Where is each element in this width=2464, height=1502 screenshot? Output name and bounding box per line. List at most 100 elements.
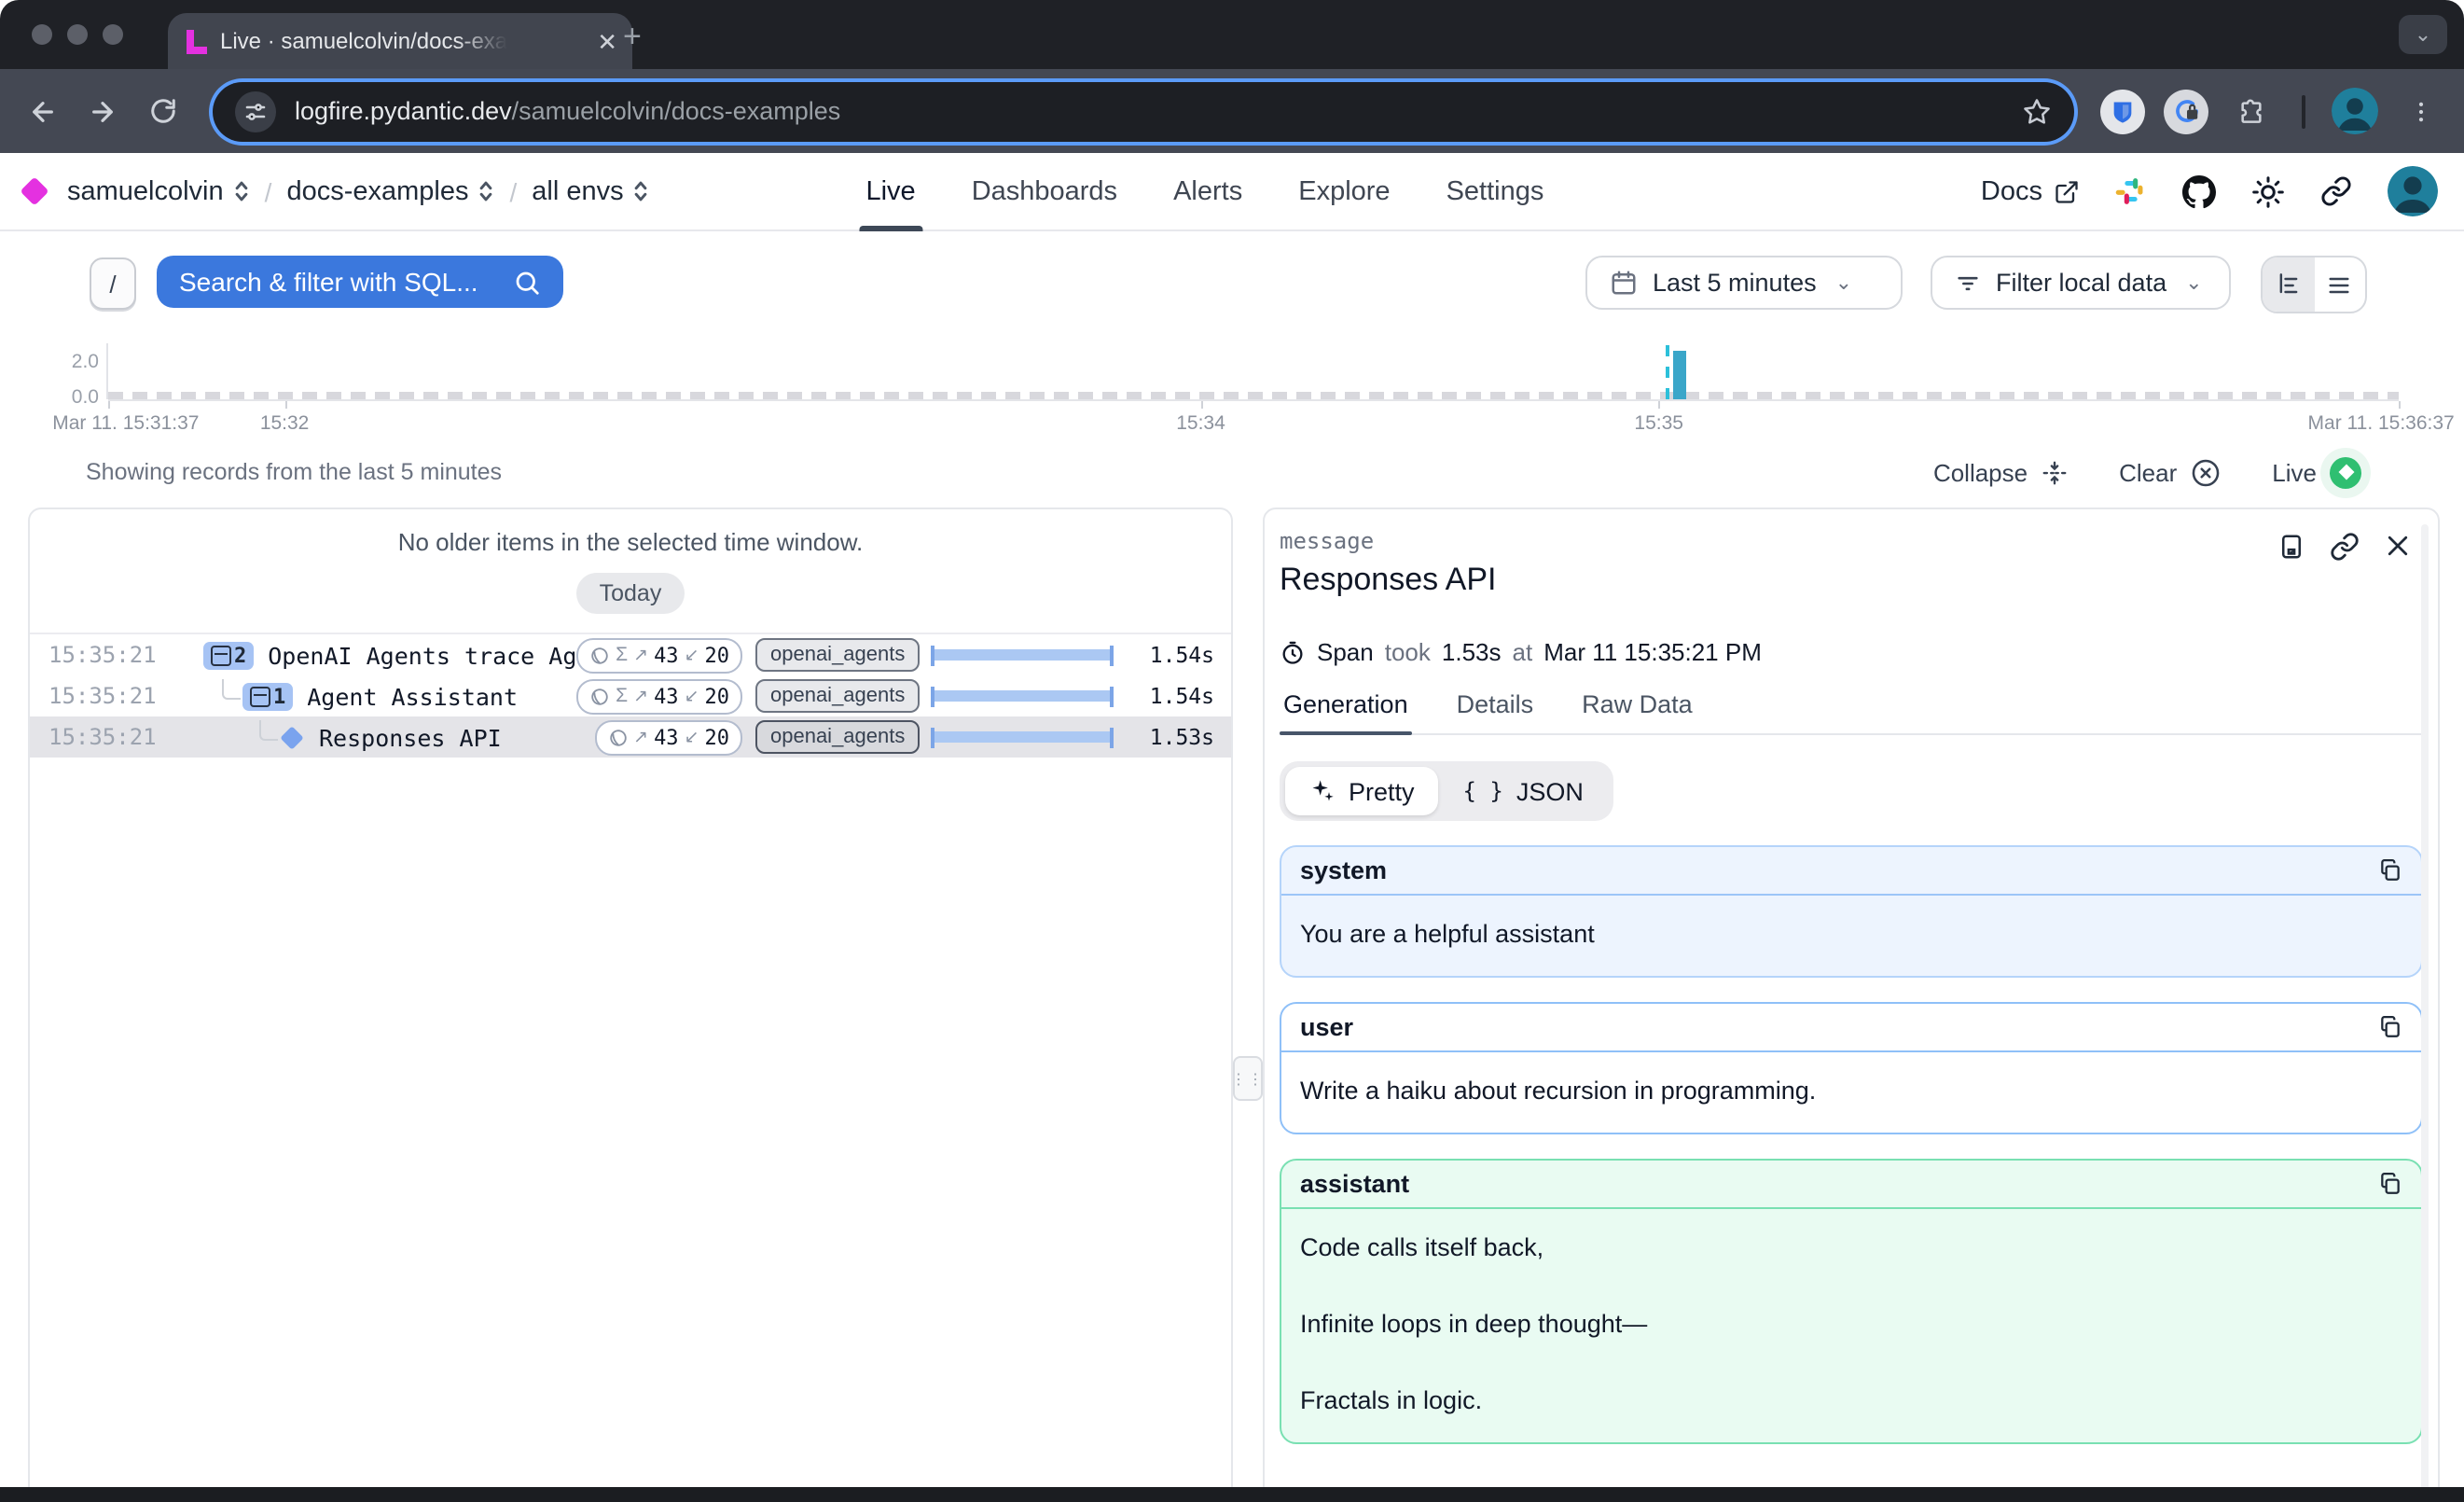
tree-elbow-connector xyxy=(259,719,278,740)
tab-alerts[interactable]: Alerts xyxy=(1173,153,1242,231)
tab-generation[interactable]: Generation xyxy=(1280,690,1412,733)
window-bottom-edge xyxy=(0,1487,2464,1502)
panel-scrollbar[interactable] xyxy=(2421,524,2429,1502)
copy-icon[interactable] xyxy=(2378,1172,2402,1196)
browser-menu-kebab-icon[interactable] xyxy=(2397,87,2445,135)
search-input[interactable]: Search & filter with SQL... xyxy=(157,256,563,308)
collapse-count-badge[interactable]: 2 xyxy=(203,641,253,669)
x-circle-icon xyxy=(2190,456,2222,488)
url-text[interactable]: logfire.pydantic.dev/samuelcolvin/docs-e… xyxy=(295,97,840,125)
span-count-bar[interactable] xyxy=(1672,351,1685,399)
message-role: system xyxy=(1300,856,1387,884)
collapse-count-badge[interactable]: 1 xyxy=(242,682,292,710)
tag-badge[interactable]: openai_agents xyxy=(755,720,920,754)
tab-settings[interactable]: Settings xyxy=(1447,153,1544,231)
github-icon[interactable] xyxy=(2182,174,2216,208)
haiku-line: Fractals in logic. xyxy=(1300,1386,2402,1414)
sparkles-icon xyxy=(1309,778,1336,804)
sum-icon: Σ xyxy=(616,644,628,666)
clear-button[interactable]: Clear xyxy=(2119,456,2222,488)
forward-icon[interactable] xyxy=(78,87,127,135)
tree-view-button[interactable] xyxy=(2263,257,2314,312)
tag-badge[interactable]: openai_agents xyxy=(755,679,920,713)
render-mode-segmented: Pretty { } JSON xyxy=(1280,761,1613,821)
token-usage-badge[interactable]: Σ ↗43 ↙20 xyxy=(576,637,742,673)
site-settings-icon[interactable] xyxy=(235,90,276,132)
copy-icon[interactable] xyxy=(2378,858,2402,883)
docs-link[interactable]: Docs xyxy=(1981,176,2080,206)
span-detail-panel: message Responses API Span took 1.53s at… xyxy=(1263,508,2440,1502)
tab-dashboards[interactable]: Dashboards xyxy=(972,153,1117,231)
chart-plot-area: Mar 11. 15:31:37 15:32 15:34 15:35 Mar 1… xyxy=(106,343,2399,399)
slack-icon[interactable] xyxy=(2115,175,2147,207)
tokens-out-arrow-icon: ↙ xyxy=(685,727,699,747)
tab-close-icon[interactable]: ✕ xyxy=(597,29,617,53)
user-avatar[interactable] xyxy=(2388,166,2438,216)
breadcrumb-separator: / xyxy=(509,176,517,206)
breadcrumb-org[interactable]: samuelcolvin xyxy=(67,176,250,206)
filter-lines-icon xyxy=(1955,270,1981,296)
extensions-puzzle-icon[interactable] xyxy=(2227,87,2276,135)
new-tab-button[interactable]: + xyxy=(623,21,642,52)
haiku-line: Code calls itself back, xyxy=(1300,1233,2402,1261)
duration-value: 1.54s xyxy=(1125,642,1214,668)
table-row-selected[interactable]: 15:35:21 Responses API ↗43 ↙20 xyxy=(30,716,1231,758)
reload-icon[interactable] xyxy=(138,87,187,135)
macos-traffic-lights[interactable] xyxy=(32,24,123,45)
tab-raw-data[interactable]: Raw Data xyxy=(1578,690,1696,733)
tab-search-chevron-icon[interactable]: ⌄ xyxy=(2399,15,2447,54)
share-link-icon[interactable] xyxy=(2320,175,2352,207)
table-row[interactable]: 15:35:21 1 Agent Assistant Σ ↗43 ↙20 xyxy=(30,675,1231,716)
tab-live[interactable]: Live xyxy=(865,153,915,231)
sum-icon: Σ xyxy=(616,685,628,707)
copy-link-icon[interactable] xyxy=(2330,532,2360,562)
table-row[interactable]: 15:35:21 2 OpenAI Agents trace Agent… Σ … xyxy=(30,634,1231,675)
bitwarden-extension-icon[interactable] xyxy=(2100,89,2145,133)
token-coin-icon xyxy=(589,686,610,706)
empty-window-notice: No older items in the selected time wind… xyxy=(30,528,1231,556)
braces-icon: { } xyxy=(1463,778,1503,804)
stopwatch-icon xyxy=(1280,639,1306,665)
selection-marker-line xyxy=(1665,345,1668,399)
pretty-mode-button[interactable]: Pretty xyxy=(1285,767,1439,815)
tag-badge[interactable]: openai_agents xyxy=(755,638,920,672)
breadcrumb-separator: / xyxy=(265,176,272,206)
theme-sun-icon[interactable] xyxy=(2251,174,2285,208)
duration-bar xyxy=(927,726,1125,748)
time-range-select[interactable]: Last 5 minutes⌄ xyxy=(1585,256,1903,310)
dock-panel-icon[interactable] xyxy=(2277,532,2305,562)
timeline-chart[interactable]: 2.0 0.0 Mar 11. 15:31:37 15:32 15:34 15:… xyxy=(0,336,2464,440)
span-diamond-icon xyxy=(280,725,303,748)
chevron-updown-icon xyxy=(478,179,494,203)
url-bar[interactable]: logfire.pydantic.dev/samuelcolvin/docs-e… xyxy=(213,81,2074,141)
local-filter-select[interactable]: Filter local data⌄ xyxy=(1931,256,2231,310)
browser-profile-avatar[interactable] xyxy=(2332,88,2378,134)
list-view-button[interactable] xyxy=(2314,257,2365,312)
panel-resize-handle[interactable]: ⋮⋮ xyxy=(1233,1056,1263,1101)
copy-icon[interactable] xyxy=(2378,1015,2402,1039)
breadcrumb-project[interactable]: docs-examples xyxy=(286,176,494,206)
tab-explore[interactable]: Explore xyxy=(1298,153,1390,231)
detail-tabs: Generation Details Raw Data xyxy=(1280,690,2423,735)
duration-bar xyxy=(927,685,1125,707)
message-system: system You are a helpful assistant xyxy=(1280,845,2423,978)
token-usage-badge[interactable]: ↗43 ↙20 xyxy=(594,719,742,755)
tab-details[interactable]: Details xyxy=(1453,690,1538,733)
collapse-button[interactable]: Collapse xyxy=(1933,458,2069,486)
breadcrumb-env[interactable]: all envs xyxy=(532,176,649,206)
back-icon[interactable] xyxy=(19,87,67,135)
y-tick-label: 0.0 xyxy=(9,386,99,409)
token-usage-badge[interactable]: Σ ↗43 ↙20 xyxy=(576,678,742,714)
message-role: user xyxy=(1300,1013,1353,1041)
message-content: You are a helpful assistant xyxy=(1281,896,2421,976)
date-chip[interactable]: Today xyxy=(577,573,685,614)
slash-shortcut-key: / xyxy=(90,257,136,310)
span-title: Responses API xyxy=(319,723,502,751)
span-kind-label: message xyxy=(1280,528,2423,554)
privacy-extension-icon[interactable] xyxy=(2164,89,2208,133)
browser-tab[interactable]: Live · samuelcolvin/docs-exa ✕ xyxy=(168,13,632,69)
bookmark-star-icon[interactable] xyxy=(2022,96,2052,126)
live-toggle[interactable]: Live xyxy=(2272,456,2361,488)
close-panel-icon[interactable] xyxy=(2384,532,2412,562)
json-mode-button[interactable]: { } JSON xyxy=(1439,767,1608,815)
